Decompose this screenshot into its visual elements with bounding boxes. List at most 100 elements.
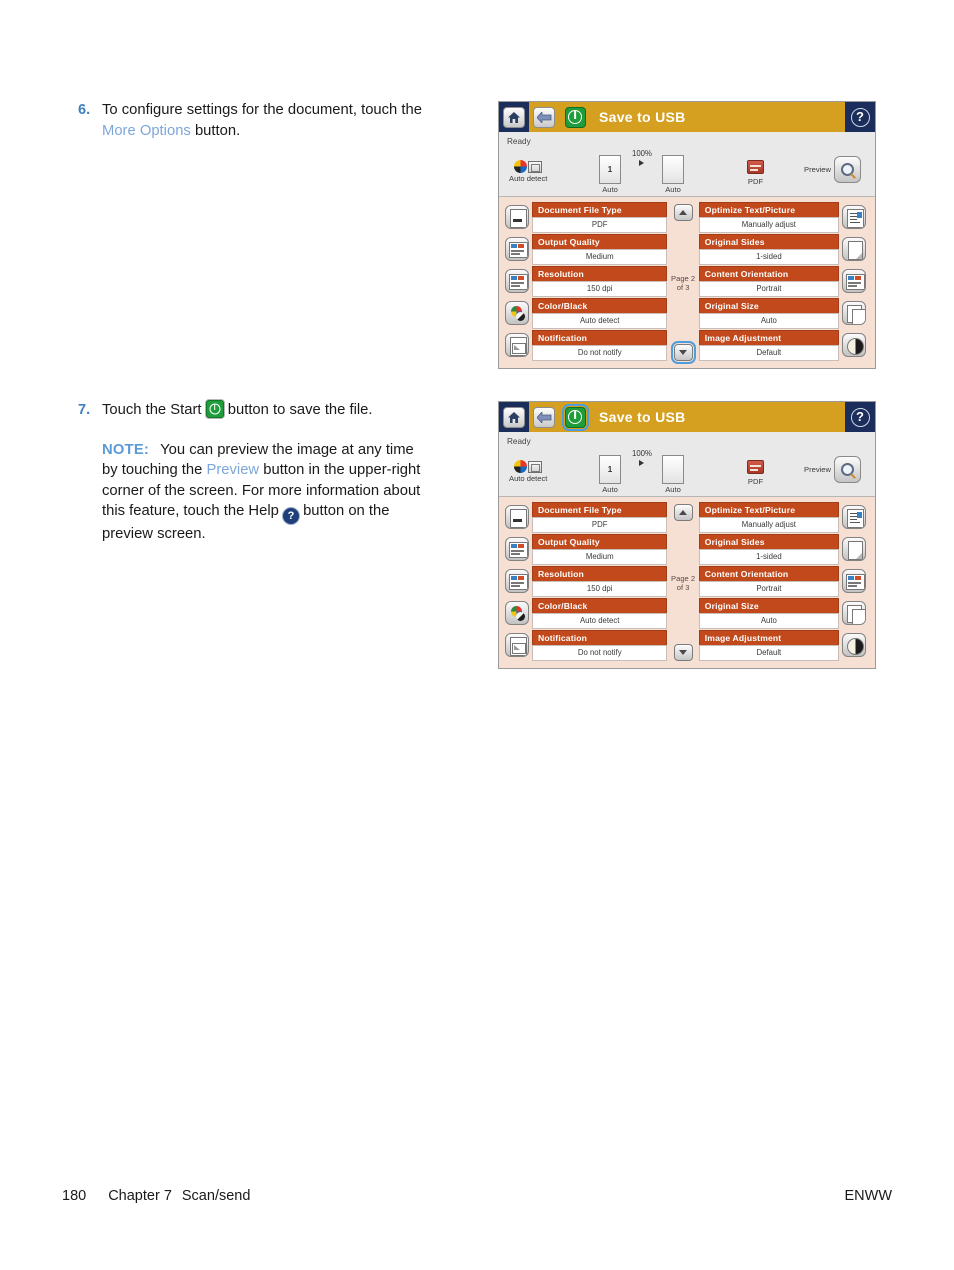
- home-icon: [503, 406, 525, 428]
- setting-original-size[interactable]: Original Size Auto: [698, 598, 869, 629]
- setting-notification[interactable]: Notification Do not notify: [505, 630, 668, 661]
- setting-title: Original Size: [698, 298, 840, 313]
- setting-title: Document File Type: [532, 502, 668, 517]
- note-block: NOTE: You can preview the image at any t…: [102, 440, 432, 545]
- preview-link[interactable]: Preview: [206, 462, 259, 478]
- screen2-home-button[interactable]: [499, 402, 529, 432]
- screen2-page-indicator: Page 2 of 3: [671, 574, 695, 592]
- footer-section: Scan/send: [181, 1188, 251, 1204]
- setting-value: Auto detect: [532, 313, 668, 329]
- file-type-label: PDF: [747, 477, 764, 486]
- screen2-title: Save to USB: [599, 409, 686, 425]
- preview-button[interactable]: [834, 156, 862, 183]
- content-orientation-icon: [842, 569, 867, 593]
- color-mode-tool[interactable]: Auto detect: [509, 460, 547, 483]
- setting-value: PDF: [532, 217, 668, 233]
- color-mode-label: Auto detect: [509, 174, 548, 183]
- page-indicator-line1: Page 2: [671, 573, 696, 583]
- setting-title: Notification: [532, 330, 668, 345]
- output-page-tool[interactable]: . Auto: [662, 155, 684, 194]
- footer-page-number: 180: [62, 1188, 87, 1204]
- page-indicator-line1: Page 2: [671, 273, 696, 283]
- screen1-help-button[interactable]: ?: [845, 102, 875, 132]
- output-page-tool[interactable]: . Auto: [662, 455, 684, 494]
- setting-original-sides[interactable]: Original Sides 1-sided: [698, 534, 869, 565]
- screen1-back-button[interactable]: [529, 106, 559, 128]
- image-glyph: [509, 574, 528, 590]
- device-screenshot-1: Save to USB ? Ready Auto detect 1 Auto 1…: [498, 101, 876, 369]
- setting-image-adjustment[interactable]: Image Adjustment Default: [698, 330, 869, 361]
- setting-document-file-type[interactable]: Document File Type PDF: [505, 502, 668, 533]
- document-page: 6. To configure settings for the documen…: [0, 0, 954, 1270]
- scroll-up-button[interactable]: [673, 204, 693, 221]
- step-7-text-before: Touch the Start: [102, 402, 206, 418]
- setting-color-black[interactable]: Color/Black Auto detect: [505, 298, 668, 329]
- step-6-text-after: button.: [190, 122, 241, 139]
- help-icon: ?: [850, 107, 870, 127]
- preview-tool[interactable]: Preview: [804, 156, 862, 183]
- setting-output-quality[interactable]: Output Quality Medium: [505, 234, 668, 265]
- original-sides-icon: [842, 537, 867, 561]
- sheet-icon: [528, 460, 543, 473]
- setting-optimize-text-picture[interactable]: Optimize Text/Picture Manually adjust: [698, 202, 869, 233]
- start-icon: [561, 403, 589, 431]
- output-page-box: .: [662, 455, 684, 484]
- usb-icon: [747, 460, 764, 474]
- screen2-back-button[interactable]: [529, 406, 559, 428]
- setting-title: Original Sides: [698, 534, 840, 549]
- page-count-box: 1: [599, 155, 621, 184]
- screen1-left-column: Document File Type PDF Output Quality Me…: [505, 202, 668, 362]
- text-picture-glyph: [847, 209, 865, 228]
- magnifier-icon: [841, 163, 855, 176]
- setting-title: Optimize Text/Picture: [698, 202, 840, 217]
- screen2-help-button[interactable]: ?: [845, 402, 875, 432]
- scroll-up-button[interactable]: [673, 504, 693, 521]
- setting-content-orientation[interactable]: Content Orientation Portrait: [698, 266, 869, 297]
- setting-original-size[interactable]: Original Size Auto: [698, 298, 869, 329]
- setting-resolution[interactable]: Resolution 150 dpi: [505, 566, 668, 597]
- screen2-start-button[interactable]: [559, 403, 591, 431]
- back-arrow-icon: [533, 106, 555, 128]
- file-type-tool[interactable]: PDF: [747, 160, 764, 186]
- file-type-tool[interactable]: PDF: [747, 460, 764, 486]
- color-mode-label: Auto detect: [509, 474, 548, 483]
- color-black-icon: [505, 301, 529, 325]
- screen1-start-button[interactable]: [559, 106, 591, 128]
- contrast-glyph: [847, 638, 865, 655]
- screen2-scroll-column: Page 2 of 3: [667, 502, 698, 662]
- image-glyph: [509, 274, 528, 290]
- setting-output-quality[interactable]: Output Quality Medium: [505, 534, 668, 565]
- setting-document-file-type[interactable]: Document File Type PDF: [505, 202, 668, 233]
- screen1-header-bar: Save to USB ?: [499, 102, 875, 132]
- setting-title: Image Adjustment: [698, 630, 840, 645]
- original-size-label: Auto: [602, 185, 618, 194]
- original-size-label: Auto: [602, 485, 618, 494]
- preview-label: Preview: [804, 465, 832, 474]
- setting-original-sides[interactable]: Original Sides 1-sided: [698, 234, 869, 265]
- scroll-down-button[interactable]: [673, 644, 693, 661]
- original-page-tool[interactable]: 1 Auto: [599, 155, 621, 194]
- page-fold-glyph: [848, 241, 864, 260]
- setting-value: Default: [698, 345, 840, 361]
- setting-color-black[interactable]: Color/Black Auto detect: [505, 598, 668, 629]
- setting-notification[interactable]: Notification Do not notify: [505, 330, 668, 361]
- device-screenshot-2: Save to USB ? Ready Auto detect 1 Auto 1…: [498, 401, 876, 669]
- screen1-home-button[interactable]: [499, 102, 529, 132]
- step-6-number: 6.: [78, 102, 91, 118]
- setting-content-orientation[interactable]: Content Orientation Portrait: [698, 566, 869, 597]
- more-options-link[interactable]: More Options: [102, 123, 191, 139]
- setting-resolution[interactable]: Resolution 150 dpi: [505, 266, 668, 297]
- color-mode-tool[interactable]: Auto detect: [509, 160, 547, 183]
- original-page-tool[interactable]: 1 Auto: [599, 455, 621, 494]
- color-black-icon: [505, 601, 529, 625]
- setting-optimize-text-picture[interactable]: Optimize Text/Picture Manually adjust: [698, 502, 869, 533]
- scroll-down-button[interactable]: [670, 341, 696, 364]
- output-page-box: .: [662, 155, 684, 184]
- screen1-right-column: Optimize Text/Picture Manually adjust Or…: [698, 202, 869, 362]
- sheet-icon: [528, 160, 543, 173]
- setting-image-adjustment[interactable]: Image Adjustment Default: [698, 630, 869, 661]
- preview-button[interactable]: [834, 456, 862, 483]
- preview-tool[interactable]: Preview: [804, 456, 862, 483]
- screen1-title: Save to USB: [599, 109, 686, 125]
- step-7-text: Touch the Start button to save the file.…: [102, 400, 432, 545]
